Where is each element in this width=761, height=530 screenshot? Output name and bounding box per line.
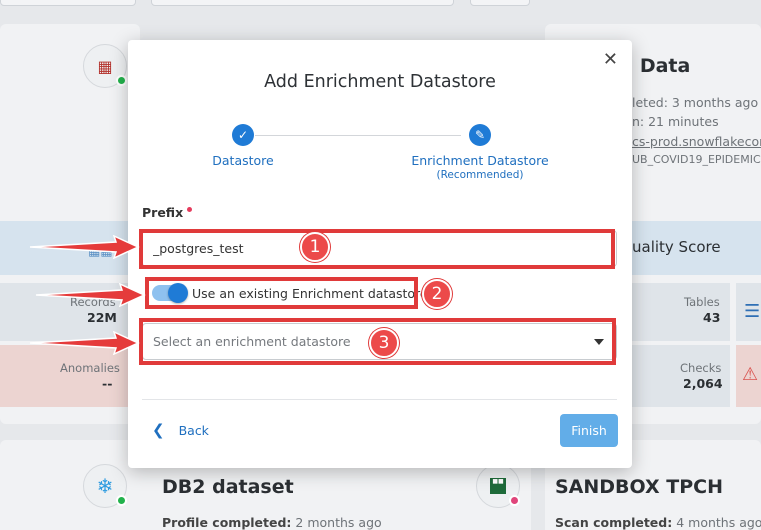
bg-stat-value: --	[102, 376, 113, 391]
step-recommended-label: (Recommended)	[436, 169, 524, 181]
back-button-label: Back	[178, 422, 209, 438]
snowflake-icon: ❄	[83, 464, 127, 508]
datastore-icon: ▦	[83, 44, 127, 88]
dialog-title: Add Enrichment Datastore	[264, 72, 496, 92]
bg-top-box	[470, 0, 530, 6]
highlight-box-toggle	[145, 277, 418, 309]
bg-stat-label: Tables	[684, 295, 720, 309]
bg-stat-label: Anomalies	[60, 361, 120, 375]
bg-card-subtitle: Profile completed: 2 months ago	[162, 515, 382, 530]
bg-quality-score: uality Score	[632, 238, 721, 256]
arrow-icon	[29, 235, 140, 259]
step-datastore-label: Datastore	[212, 153, 274, 168]
bg-top-box	[0, 0, 136, 6]
bg-card-title: DB2 dataset	[162, 476, 294, 498]
pencil-icon: ✎	[469, 124, 491, 146]
bg-top-box	[151, 0, 454, 6]
bg-card-subtitle: Scan completed: 4 months ago	[555, 515, 761, 530]
chevron-left-icon: ❮	[152, 421, 165, 439]
arrow-icon	[35, 283, 146, 307]
warning-icon: ⚠	[742, 364, 759, 385]
status-dot	[116, 495, 127, 506]
annotation-badge: 2	[422, 279, 452, 309]
status-dot	[116, 75, 127, 86]
annotation-badge: 3	[369, 328, 399, 358]
bg-card-title: SANDBOX TPCH	[555, 476, 724, 498]
prefix-label: Prefix	[142, 205, 193, 220]
highlight-box-prefix	[139, 229, 615, 269]
bg-stat-value: 22M	[87, 310, 117, 325]
stepper-connector	[255, 135, 461, 136]
bg-card-line: UB_COVID19_EPIDEMIC	[632, 153, 761, 166]
bg-stat-label: Checks	[680, 361, 722, 375]
annotation-badge: 1	[300, 232, 330, 262]
bg-stat-value: 2,064	[683, 376, 723, 391]
finish-button[interactable]: Finish	[560, 414, 618, 447]
back-button[interactable]: ❮ Back	[152, 421, 209, 439]
step-enrichment-label: Enrichment Datastore	[411, 153, 549, 168]
db-icon: ■■	[476, 464, 520, 508]
close-icon[interactable]: ✕	[603, 51, 618, 69]
status-dot	[509, 495, 520, 506]
footer-divider	[142, 399, 617, 400]
check-icon: ✓	[232, 124, 254, 146]
bg-stat-value: 43	[703, 310, 721, 325]
required-indicator	[187, 207, 193, 212]
bg-card-line: cs-prod.snowflakecom	[632, 134, 761, 149]
bg-card-line: leted: 3 months ago	[632, 95, 759, 110]
table-icon: ☰	[744, 301, 761, 322]
arrow-icon	[29, 331, 140, 355]
bg-card-line: n: 21 minutes	[632, 114, 719, 129]
